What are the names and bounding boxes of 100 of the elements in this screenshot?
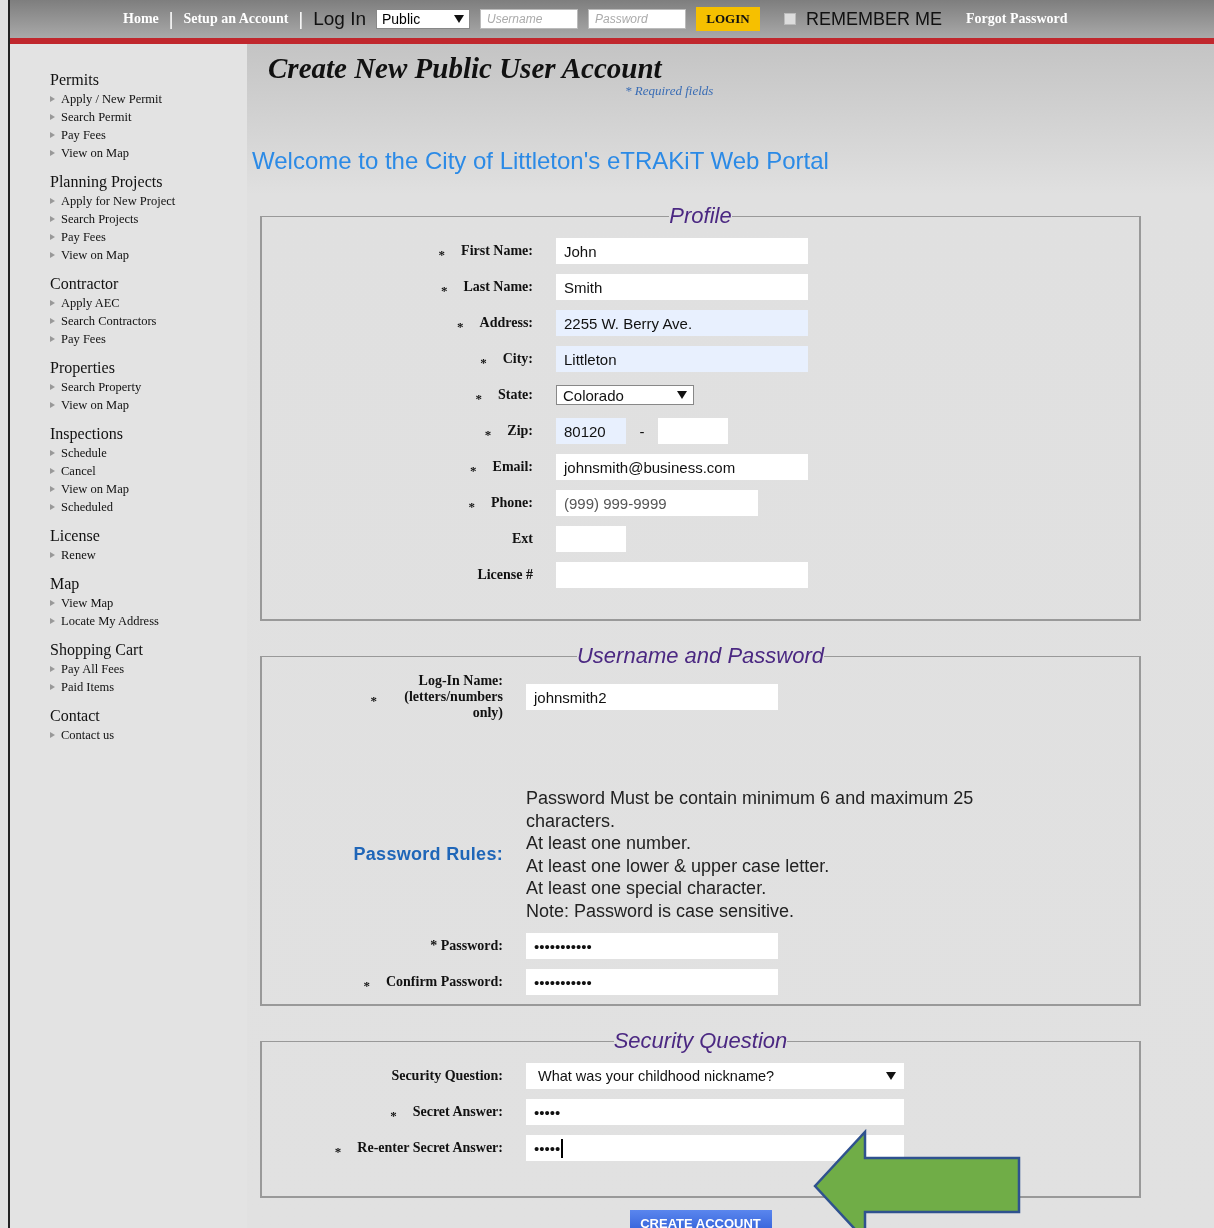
sidebar-link[interactable]: Locate My Address [61,612,159,630]
bullet-icon [50,216,55,222]
rule-text: At least one number. [526,832,692,855]
input-field[interactable]: johnsmith2 [526,684,778,710]
bullet-icon [50,504,55,510]
bullet-icon [50,732,55,738]
required-mark: * [475,391,482,407]
field-label: * Password: [430,938,503,954]
input-field[interactable]: ••••• [526,1099,904,1125]
sidebar-link[interactable]: Search Contractors [61,312,157,330]
bullet-icon [50,666,55,672]
sidebar-link[interactable]: Apply AEC [61,294,120,312]
password-field[interactable]: Password [588,9,686,29]
sidebar-link[interactable]: View on Map [61,480,129,498]
rule-text: Note: Password is case sensitive. [526,899,795,922]
nav-separator: | [298,8,304,30]
sidebar-link[interactable]: Apply / New Permit [61,90,163,108]
sidebar-link[interactable]: Renew [61,546,96,564]
login-button[interactable]: LOGIN [696,7,760,31]
bullet-icon [50,198,55,204]
dropdown[interactable]: Colorado [556,385,694,405]
sidebar-link[interactable]: Search Permit [61,108,132,126]
sidebar-link[interactable]: View on Map [61,396,129,414]
required-mark: * [468,499,475,515]
sidebar-link[interactable]: View on Map [61,246,129,264]
input-field[interactable]: John [556,238,808,264]
welcome-heading: Welcome to the City of Littleton's eTRAKiT Web Portal [252,147,829,175]
create-account-button[interactable]: CREATE ACCOUNT [629,1210,772,1228]
bullet-icon [50,384,55,390]
bullet-icon [50,300,55,306]
sidebar-heading: License [50,526,101,546]
sidebar-link[interactable]: Pay Fees [61,228,106,246]
bullet-icon [50,450,55,456]
required-mark: * [484,427,492,443]
field-label: Email: [492,459,533,475]
input-field[interactable]: (999) 999-9999 [556,490,758,516]
bullet-icon [50,684,55,690]
input-field[interactable]: ••••• [526,1135,904,1161]
field-label: Security Question: [391,1068,503,1084]
field-label: First Name: [461,243,533,259]
sidebar-heading: Planning Projects [50,172,164,192]
input-field[interactable] [658,418,728,444]
field-label: License # [477,567,533,583]
username-field[interactable]: Username [480,9,578,29]
sidebar-link[interactable]: Pay All Fees [61,660,125,678]
section-legend: Username and Password [577,645,824,667]
sidebar-link[interactable]: Apply for New Project [61,192,176,210]
bullet-icon [50,486,55,492]
sidebar-link[interactable]: Pay Fees [61,330,106,348]
sidebar-link[interactable]: Contact us [61,726,115,744]
zip-separator: - [638,422,646,440]
sidebar-link[interactable]: Cancel [61,462,96,480]
input-field[interactable]: Littleton [556,346,808,372]
section-legend: Profile [669,205,732,227]
input-field[interactable]: 80120 [556,418,626,444]
remember-label: REMEMBER ME [806,8,942,30]
input-field[interactable]: ••••••••••• [526,933,778,959]
rule-text: Password Must be contain minimum 6 and maximum 25 characters. [526,787,975,832]
dropdown[interactable]: What was your childhood nickname? [526,1063,904,1089]
field-label: Log-In Name: (letters/numbers only) [403,673,503,721]
sidebar-link[interactable]: Scheduled [61,498,114,516]
sidebar-link[interactable]: Search Property [61,378,142,396]
sidebar-link[interactable]: Search Projects [61,210,139,228]
field-label: Last Name: [463,279,533,295]
sidebar-heading: Inspections [50,424,124,444]
field-label: Phone: [491,495,533,511]
input-field[interactable]: Smith [556,274,808,300]
sidebar-link[interactable]: Pay Fees [61,126,106,144]
sidebar-link[interactable]: View on Map [61,144,129,162]
sidebar-heading: Contractor [50,274,120,294]
input-field[interactable] [556,526,626,552]
page-title: Create New Public User Account [268,52,664,85]
bullet-icon [50,114,55,120]
field-label: City: [502,351,533,367]
account-type-dropdown[interactable]: Public [376,9,470,29]
input-field[interactable]: johnsmith@business.com [556,454,808,480]
field-label: Re-enter Secret Answer: [357,1140,503,1156]
section-legend: Security Question [613,1030,788,1052]
required-mark: * [440,283,448,299]
input-field[interactable] [556,562,808,588]
bullet-icon [50,234,55,240]
sidebar-link[interactable]: View Map [61,594,114,612]
sidebar-heading: Permits [50,70,100,90]
sidebar-link[interactable]: Schedule [61,444,107,462]
required-mark: * [438,247,446,263]
required-mark: * [470,463,477,479]
remember-checkbox[interactable] [784,13,796,25]
bullet-icon [50,600,55,606]
bullet-icon [50,402,55,408]
bullet-icon [50,132,55,138]
sidebar-link[interactable]: Paid Items [61,678,115,696]
input-field[interactable]: ••••••••••• [526,969,778,995]
caret-icon [454,14,464,24]
field-label: Address: [479,315,533,331]
rule-text: At least one lower & upper case letter. [526,854,830,877]
required-note: * Required fields [625,83,715,99]
sidebar-heading: Contact [50,706,101,726]
required-mark: * [370,693,377,709]
input-field[interactable]: 2255 W. Berry Ave. [556,310,808,336]
rules-heading: Password Rules: [353,844,503,865]
